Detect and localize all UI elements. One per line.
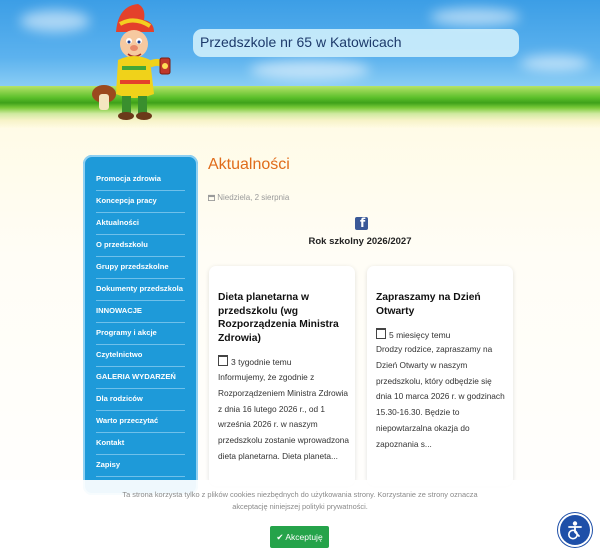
news-card-time: 5 miesięcy temu (389, 330, 451, 340)
news-card[interactable]: Dieta planetarna w przedszkolu (wg Rozpo… (209, 266, 355, 486)
news-card-meta: 3 tygodnie temu (218, 355, 291, 367)
news-card-time: 3 tygodnie temu (231, 357, 292, 367)
news-card-title[interactable]: Zapraszamy na Dzień Otwarty (376, 291, 504, 318)
gnome-logo[interactable] (88, 2, 198, 126)
sidebar-item-dokumenty-przedszkola[interactable]: Dokumenty przedszkola (96, 278, 185, 301)
sidebar-item-zapisy[interactable]: Zapisy (96, 454, 185, 477)
check-icon: ✔ (276, 532, 284, 542)
site-title[interactable]: Przedszkole nr 65 w Katowicach (200, 34, 402, 50)
cookie-text: Ta strona korzysta tylko z plików cookie… (122, 490, 478, 512)
news-card-meta: 5 miesięcy temu (376, 328, 450, 340)
cookie-banner: Ta strona korzysta tylko z plików cookie… (0, 480, 600, 560)
sidebar-item-promocja-zdrowia[interactable]: Promocja zdrowia (96, 168, 185, 191)
sidebar-item-koncepcja-pracy[interactable]: Koncepcja pracy (96, 190, 185, 213)
facebook-icon[interactable]: f (355, 216, 368, 230)
current-date-text: Niedziela, 2 sierpnia (217, 193, 290, 202)
calendar-icon (218, 355, 228, 366)
sidebar-item-programy-i-akcje[interactable]: Programy i akcje (96, 322, 185, 345)
calendar-icon (376, 328, 386, 339)
sidebar-item-grupy-przedszkolne[interactable]: Grupy przedszkolne (96, 256, 185, 279)
sidebar-item-kontakt[interactable]: Kontakt (96, 432, 185, 455)
accept-cookies-button[interactable]: ✔ Akceptuję (270, 526, 329, 548)
accessibility-icon (568, 521, 582, 540)
section-title: Aktualności (208, 156, 290, 173)
sidebar-item-galeria-wydarzen[interactable]: GALERIA WYDARZEŃ (96, 366, 185, 389)
news-card-excerpt: Informujemy, że zgodnie z Rozporządzenie… (218, 372, 349, 461)
accept-label: Akceptuję (285, 532, 323, 542)
sidebar-item-dla-rodzicow[interactable]: Dla rodziców (96, 388, 185, 411)
site-header: Przedszkole nr 65 w Katowicach (0, 0, 600, 128)
news-card[interactable]: Zapraszamy na Dzień Otwarty 5 miesięcy t… (367, 266, 513, 486)
current-date: Niedziela, 2 sierpnia (208, 193, 289, 202)
sidebar-item-innowacje[interactable]: INNOWACJE (96, 300, 185, 323)
sidebar-item-warto-przeczytac[interactable]: Warto przeczytać (96, 410, 185, 433)
sidebar-menu: Promocja zdrowia Koncepcja pracy Aktualn… (83, 155, 198, 495)
sidebar-item-czytelnictwo[interactable]: Czytelnictwo (96, 344, 185, 367)
sidebar-item-aktualnosci[interactable]: Aktualności (96, 212, 185, 235)
accessibility-button[interactable] (560, 515, 590, 545)
news-card-title[interactable]: Dieta planetarna w przedszkolu (wg Rozpo… (218, 291, 346, 345)
calendar-icon (208, 194, 215, 201)
sidebar-item-o-przedszkolu[interactable]: O przedszkolu (96, 234, 185, 257)
news-card-excerpt: Drodzy rodzice, zapraszamy na Dzień Otwa… (376, 344, 505, 449)
school-year-heading: Rok szkolny 2026/2027 (308, 236, 412, 247)
